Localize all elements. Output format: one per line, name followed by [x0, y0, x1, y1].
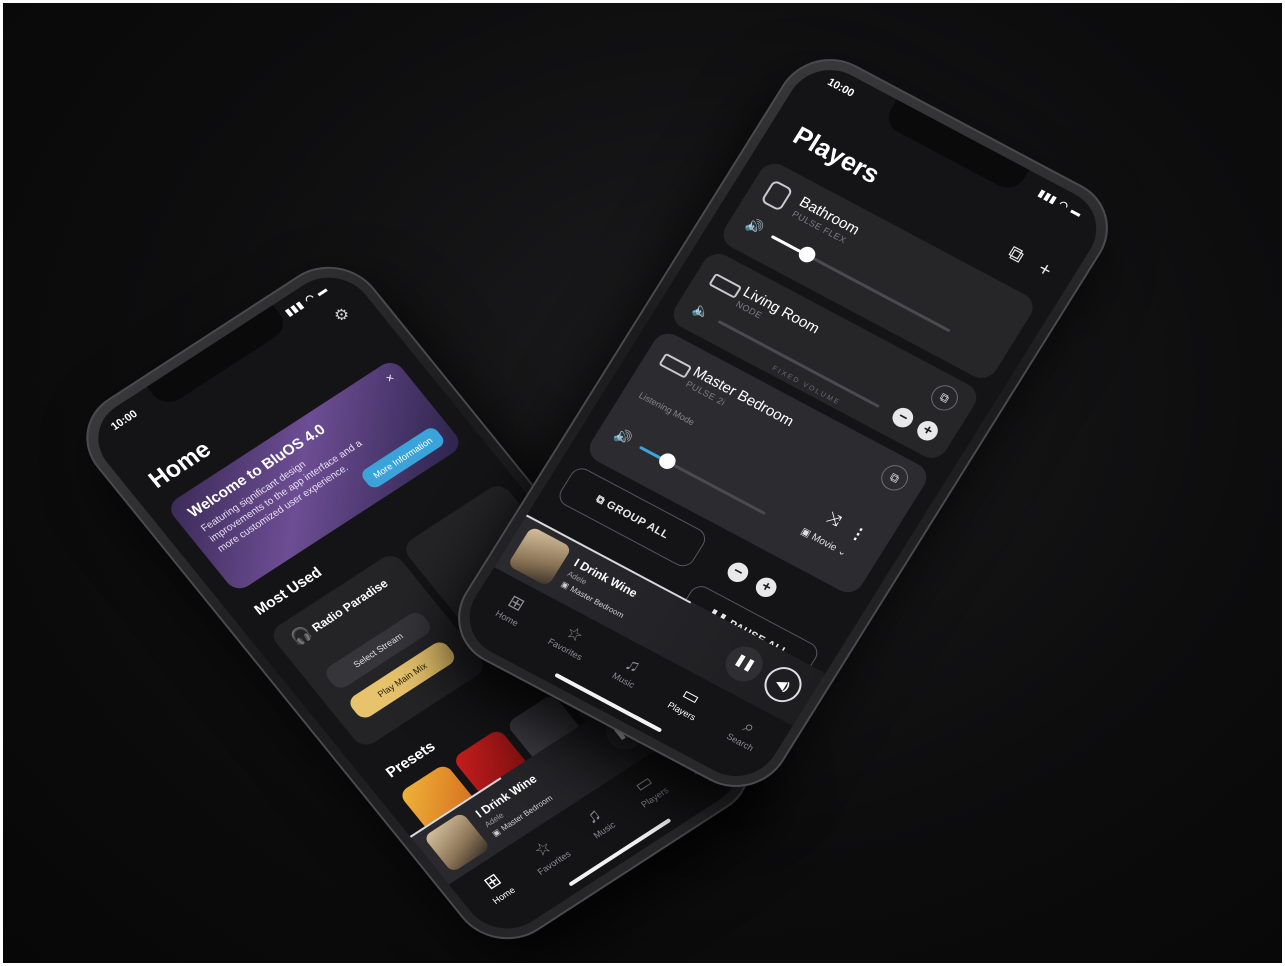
node-icon: [708, 272, 743, 299]
volume-icon: 🔊: [743, 215, 768, 237]
add-icon[interactable]: +: [1034, 258, 1056, 282]
volume-down-button[interactable]: −: [888, 404, 917, 431]
pause-button[interactable]: ❚❚: [718, 640, 770, 688]
speaker-icon: ▣: [490, 827, 503, 839]
volume-button[interactable]: ◀): [757, 660, 809, 709]
listening-mode-select[interactable]: ▣ Movie ⌄: [799, 526, 849, 559]
volume-up-button[interactable]: +: [913, 417, 942, 444]
status-time: 10:00: [825, 76, 857, 100]
headphones-icon: 🎧: [287, 624, 316, 649]
status-bar: 10:00 ▮▮▮ ◠ ▬: [825, 76, 1084, 220]
header-actions: ⧉ +: [991, 235, 1056, 283]
speaker-icon: [760, 179, 794, 212]
speaker-icon: [658, 352, 693, 379]
status-icons: ▮▮▮ ◠ ▬: [1035, 188, 1085, 220]
status-icons: ▮▮▮ ◠ ▬: [283, 284, 331, 319]
volume-icon: 🔊: [611, 425, 636, 448]
listening-mode-label: Listening Mode: [637, 390, 697, 428]
volume-up-all-button[interactable]: +: [752, 574, 781, 601]
volume-down-all-button[interactable]: −: [723, 559, 753, 586]
group-icon[interactable]: ⧉: [1004, 242, 1028, 267]
more-options-icon[interactable]: ⋮: [846, 522, 871, 547]
shuffle-icon[interactable]: ⤨: [823, 509, 844, 530]
group-player-icon[interactable]: ⧉: [876, 460, 913, 495]
status-bar: 10:00 ▮▮▮ ◠ ▬: [109, 284, 331, 433]
group-player-icon[interactable]: ⧉: [926, 380, 963, 416]
players-screen: 10:00 ▮▮▮ ◠ ▬ Players ⧉ + Bathroom PULSE…: [453, 55, 1113, 791]
volume-knob[interactable]: [796, 244, 819, 266]
volume-slider[interactable]: [638, 445, 766, 516]
volume-knob[interactable]: [656, 450, 679, 472]
scene-background: 10:00 ▮▮▮ ◠ ▬ ⚙ Home × Welcome to BluOS …: [3, 3, 1282, 963]
players-phone: 10:00 ▮▮▮ ◠ ▬ Players ⧉ + Bathroom PULSE…: [438, 40, 1128, 806]
gear-icon[interactable]: ⚙: [330, 303, 355, 326]
volume-icon: 🔈: [690, 300, 715, 322]
status-time: 10:00: [108, 408, 140, 433]
